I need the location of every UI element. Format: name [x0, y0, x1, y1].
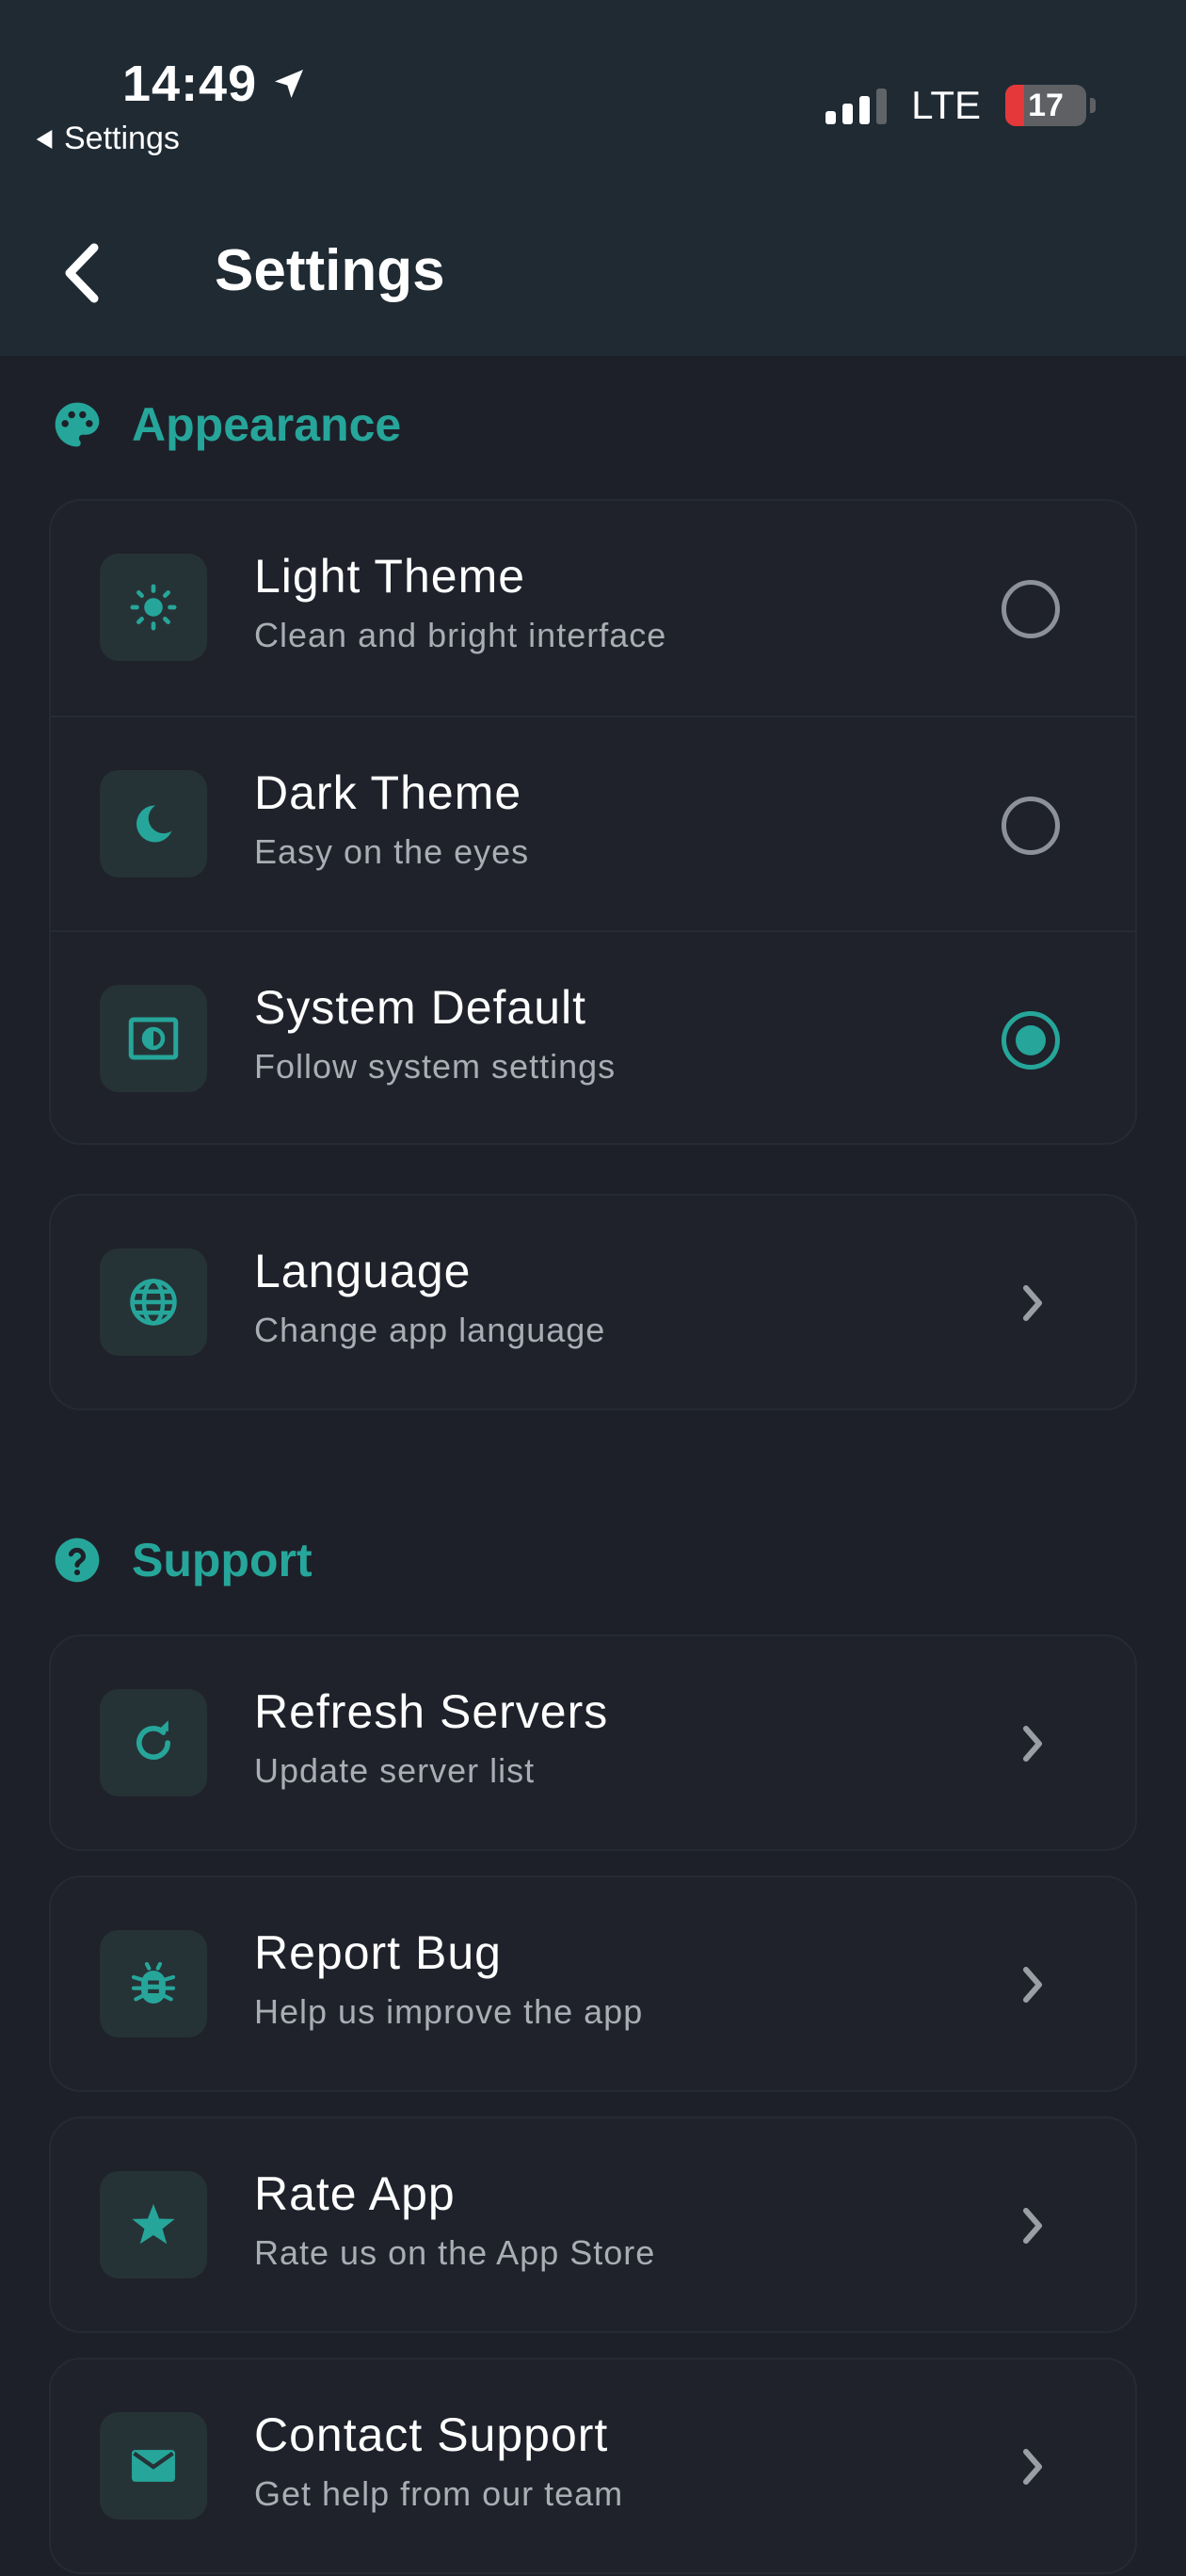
theme-option-dark[interactable]: Dark Theme Easy on the eyes	[51, 716, 1135, 930]
support-item-subtitle: Help us improve the app	[254, 1992, 644, 2031]
theme-option-subtitle: Clean and bright interface	[254, 616, 667, 654]
support-item-title: Contact Support	[254, 2408, 609, 2461]
brightness-icon	[100, 985, 207, 1092]
language-title: Language	[254, 1245, 472, 1297]
battery-icon: 17	[1005, 85, 1086, 126]
theme-option-subtitle: Easy on the eyes	[254, 832, 530, 871]
radio-light-theme[interactable]	[1002, 580, 1060, 638]
star-icon	[100, 2171, 207, 2278]
page-title: Settings	[215, 238, 445, 303]
moon-icon	[100, 770, 207, 877]
status-indicators: LTE 17	[825, 83, 1096, 128]
support-item-subtitle: Get help from our team	[254, 2474, 624, 2513]
rate-app-row[interactable]: Rate App Rate us on the App Store	[51, 2118, 1135, 2331]
section-support-header: Support	[51, 1533, 313, 1587]
theme-option-title: System Default	[254, 981, 587, 1034]
language-row[interactable]: Language Change app language	[51, 1196, 1135, 1409]
chevron-right-icon	[1023, 2208, 1042, 2244]
chevron-right-icon	[1023, 1285, 1042, 1321]
refresh-servers-row[interactable]: Refresh Servers Update server list	[51, 1636, 1135, 1849]
radio-system-default[interactable]	[1002, 1011, 1060, 1070]
support-item-subtitle: Rate us on the App Store	[254, 2233, 656, 2272]
support-item-title: Rate App	[254, 2167, 456, 2220]
report-bug-row[interactable]: Report Bug Help us improve the app	[51, 1877, 1135, 2090]
chevron-left-icon	[65, 243, 99, 303]
help-circle-icon	[55, 1538, 100, 1583]
chevron-right-icon	[1023, 2449, 1042, 2485]
theme-options-card: Light Theme Clean and bright interface D…	[49, 499, 1137, 1145]
support-item-subtitle: Update server list	[254, 1751, 536, 1790]
section-appearance-header: Appearance	[51, 397, 401, 452]
globe-icon	[100, 1248, 207, 1356]
contact-support-card[interactable]: Contact Support Get help from our team	[49, 2358, 1137, 2574]
support-item-title: Refresh Servers	[254, 1685, 609, 1738]
refresh-servers-card[interactable]: Refresh Servers Update server list	[49, 1634, 1137, 1851]
back-triangle-icon	[36, 129, 53, 149]
status-back-label: Settings	[64, 121, 180, 156]
theme-option-system[interactable]: System Default Follow system settings	[51, 930, 1135, 1143]
theme-option-light[interactable]: Light Theme Clean and bright interface	[51, 501, 1135, 716]
signal-icon	[825, 87, 888, 124]
theme-option-title: Light Theme	[254, 550, 526, 603]
support-item-title: Report Bug	[254, 1926, 502, 1979]
mail-icon	[100, 2412, 207, 2520]
network-label: LTE	[911, 83, 981, 127]
refresh-icon	[100, 1689, 207, 1796]
status-back-to-app[interactable]: Settings	[36, 121, 180, 157]
rate-app-card[interactable]: Rate App Rate us on the App Store	[49, 2117, 1137, 2333]
location-arrow-icon	[275, 70, 304, 98]
top-bar: 14:49 Settings LTE 17 Settings	[0, 0, 1186, 356]
palette-icon	[55, 402, 100, 447]
chevron-right-icon	[1023, 1726, 1042, 1762]
theme-option-title: Dark Theme	[254, 766, 522, 819]
report-bug-card[interactable]: Report Bug Help us improve the app	[49, 1876, 1137, 2092]
radio-dark-theme[interactable]	[1002, 797, 1060, 855]
status-time: 14:49	[122, 55, 308, 113]
back-button[interactable]	[53, 235, 109, 311]
section-appearance-label: Appearance	[132, 398, 402, 451]
bug-icon	[100, 1930, 207, 2037]
language-subtitle: Change app language	[254, 1311, 606, 1349]
status-time-text: 14:49	[122, 56, 258, 112]
sun-icon	[100, 554, 207, 661]
contact-support-row[interactable]: Contact Support Get help from our team	[51, 2359, 1135, 2572]
battery-level: 17	[1028, 87, 1064, 123]
section-support-label: Support	[132, 1534, 313, 1586]
language-card[interactable]: Language Change app language	[49, 1194, 1137, 1410]
chevron-right-icon	[1023, 1967, 1042, 2003]
theme-option-subtitle: Follow system settings	[254, 1047, 617, 1086]
